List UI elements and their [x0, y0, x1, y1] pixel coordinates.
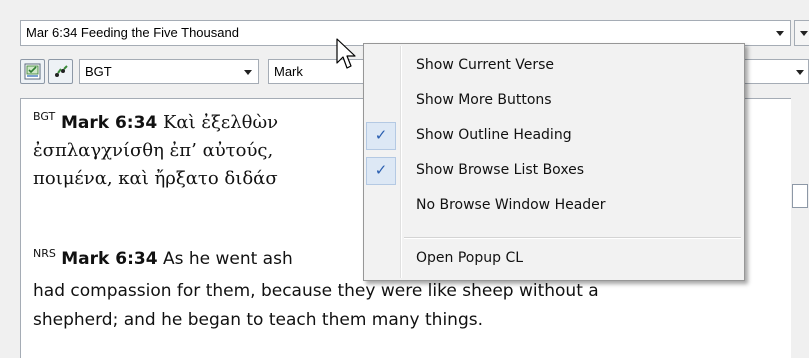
version-label: NRS	[33, 247, 56, 260]
version-label: BGT	[33, 110, 56, 123]
english-line: had compassion for them, because they we…	[33, 281, 599, 301]
chevron-down-icon[interactable]	[770, 21, 790, 45]
book-select-value: Mark	[274, 64, 303, 79]
vertical-scrollbar[interactable]	[791, 98, 809, 352]
mouse-pointer-icon	[336, 38, 356, 69]
english-text: As he went ash	[162, 249, 293, 269]
greek-line: ἐσπλαγχνίσθη ἐπ’ αὐτούς,	[33, 140, 274, 161]
scrollbar-thumb[interactable]	[792, 184, 808, 208]
menu-item-show-browse-list-boxes[interactable]: ✓ Show Browse List Boxes	[364, 155, 744, 187]
greek-text: Καὶ ἐξελθὼν	[162, 112, 279, 133]
menu-item-show-more-buttons[interactable]: Show More Buttons	[364, 85, 744, 117]
chevron-down-icon	[796, 70, 804, 75]
passage-title: Mar 6:34 Feeding the Five Thousand	[26, 25, 239, 40]
verse-reference[interactable]: Mark 6:34	[61, 249, 157, 269]
link-verses-icon	[55, 65, 68, 77]
menu-item-label: Show Outline Heading	[416, 127, 572, 143]
extra-dropdown-button[interactable]	[794, 20, 809, 46]
chevron-down-icon	[800, 30, 808, 36]
verse-list-button[interactable]	[20, 59, 45, 84]
verse-list-icon	[24, 63, 41, 80]
checkmark-icon: ✓	[366, 157, 396, 185]
menu-item-label: Show More Buttons	[416, 92, 552, 108]
greek-line: BGT Mark 6:34 Καὶ ἐξελθὼν	[33, 110, 279, 133]
menu-item-label: Show Current Verse	[416, 57, 555, 73]
menu-item-label: Open Popup CL	[416, 250, 524, 266]
checkmark-icon: ✓	[366, 122, 396, 150]
menu-item-no-browse-window-header[interactable]: No Browse Window Header	[364, 190, 744, 222]
menu-separator	[404, 237, 741, 239]
english-line: NRS Mark 6:34 As he went ash	[33, 247, 293, 269]
menu-item-label: No Browse Window Header	[416, 197, 606, 213]
verse-reference[interactable]: Mark 6:34	[61, 113, 157, 133]
menu-item-open-popup-cl[interactable]: Open Popup CL	[364, 243, 744, 275]
greek-line: ποιμένα, καὶ ἤρξατο διδάσ	[33, 168, 278, 189]
version-select[interactable]: BGT	[79, 59, 259, 84]
link-verses-button[interactable]	[48, 59, 73, 84]
english-line: shepherd; and he began to teach them man…	[33, 310, 483, 330]
menu-item-show-current-verse[interactable]: Show Current Verse	[364, 50, 744, 82]
version-select-value: BGT	[85, 64, 112, 79]
context-menu: Show Current Verse Show More Buttons ✓ S…	[363, 43, 745, 281]
chevron-down-icon	[244, 70, 252, 75]
menu-item-label: Show Browse List Boxes	[416, 162, 585, 178]
menu-item-show-outline-heading[interactable]: ✓ Show Outline Heading	[364, 120, 744, 152]
